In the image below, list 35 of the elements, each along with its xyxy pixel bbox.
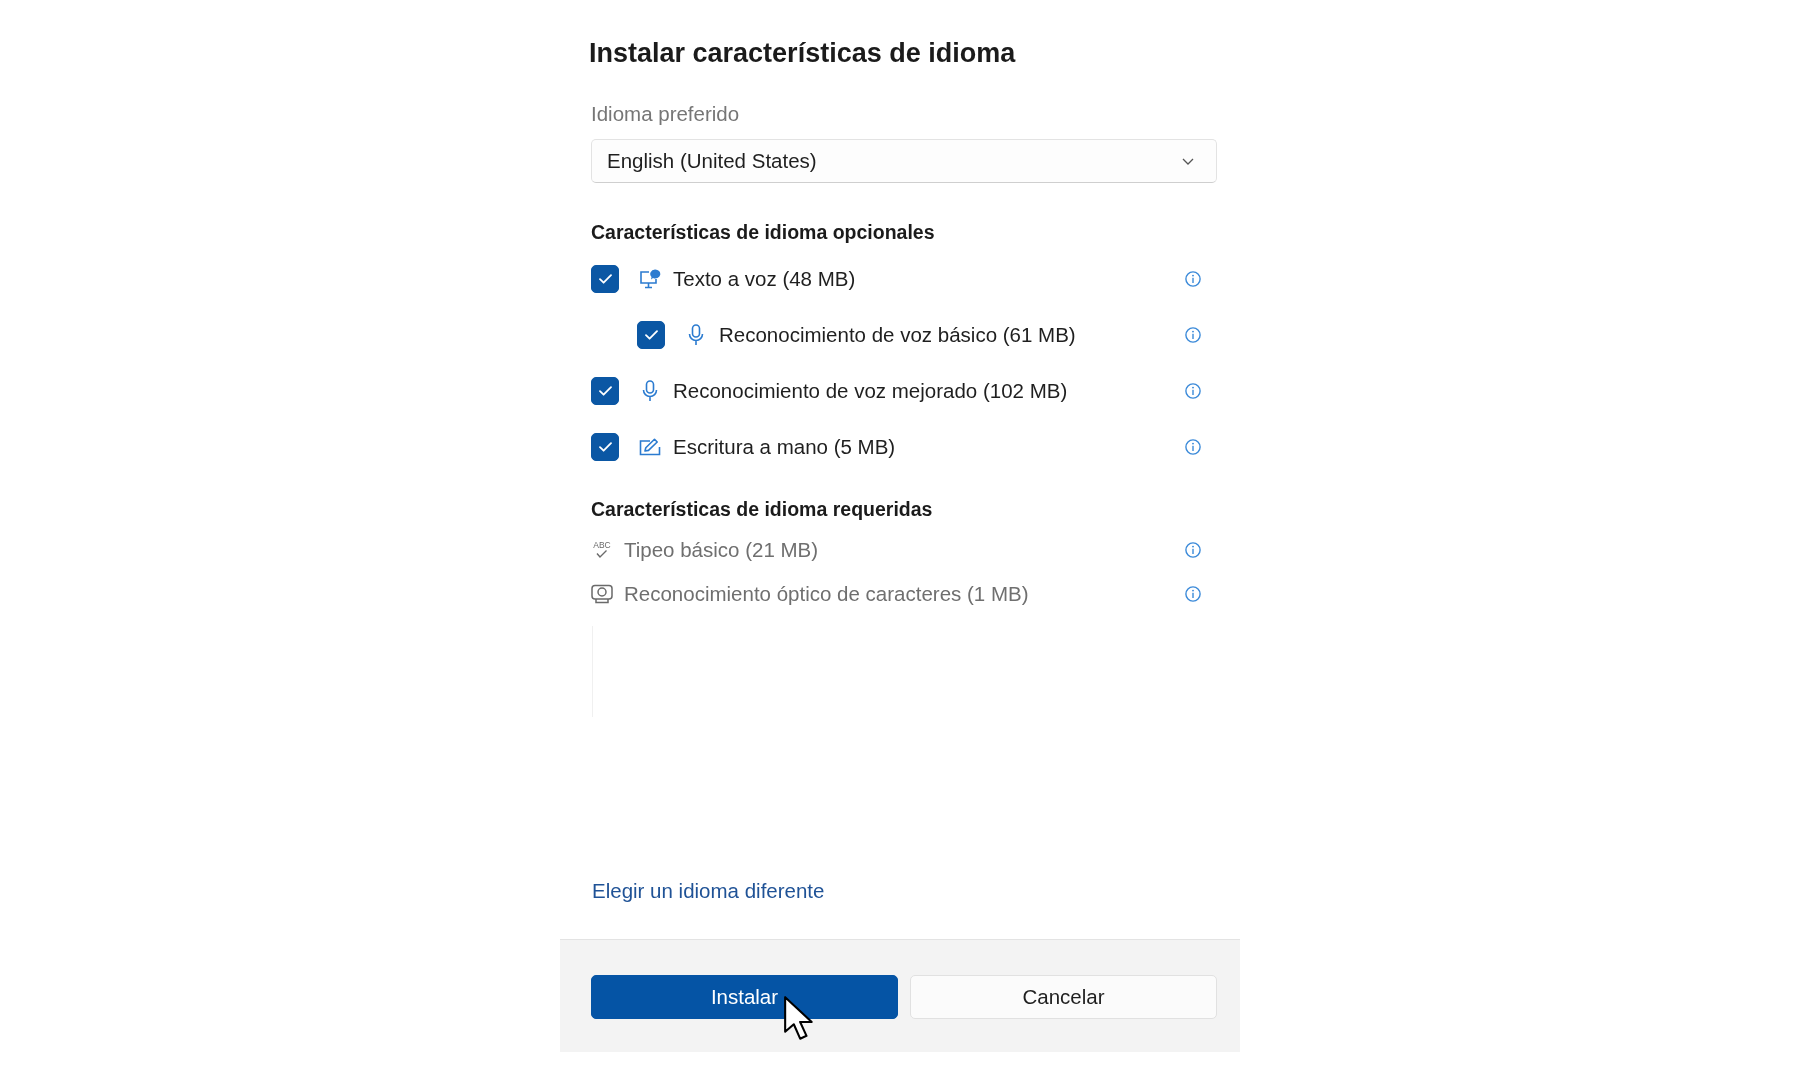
info-icon[interactable] bbox=[1185, 542, 1201, 558]
checkmark-icon bbox=[598, 274, 612, 284]
checkmark-icon bbox=[598, 386, 612, 396]
language-dropdown[interactable]: English (United States) bbox=[591, 139, 1217, 183]
camera-scan-icon bbox=[591, 584, 613, 604]
info-icon[interactable] bbox=[1185, 439, 1201, 455]
info-icon[interactable] bbox=[1185, 383, 1201, 399]
feature-label: Reconocimiento de voz mejorado (102 MB) bbox=[673, 378, 1069, 404]
field-label: Idioma preferido bbox=[591, 101, 741, 127]
checkbox[interactable] bbox=[591, 433, 619, 461]
checkmark-icon bbox=[598, 442, 612, 452]
checkbox[interactable] bbox=[591, 265, 619, 293]
chevron-down-icon bbox=[1182, 157, 1194, 165]
checkbox[interactable] bbox=[637, 321, 665, 349]
feature-label: Tipeo básico (21 MB) bbox=[624, 537, 820, 563]
feature-label: Reconocimiento de voz básico (61 MB) bbox=[719, 322, 1077, 348]
info-icon[interactable] bbox=[1185, 271, 1201, 287]
microphone-icon bbox=[642, 380, 658, 402]
section-heading: Características de idioma opcionales bbox=[591, 220, 936, 245]
info-icon[interactable] bbox=[1185, 586, 1201, 602]
feature-label: Reconocimiento óptico de caracteres (1 MB) bbox=[624, 581, 1030, 607]
cancel-button[interactable]: Cancelar bbox=[910, 975, 1217, 1019]
section-heading: Características de idioma requeridas bbox=[591, 497, 934, 522]
choose-language-link[interactable]: Elegir un idioma diferente bbox=[592, 878, 825, 904]
pen-box-icon bbox=[639, 438, 661, 456]
install-button[interactable]: Instalar bbox=[591, 975, 898, 1019]
monitor-speech-icon bbox=[639, 269, 661, 289]
info-icon[interactable] bbox=[1185, 327, 1201, 343]
mouse-pointer-icon bbox=[784, 996, 814, 1041]
feature-label: Texto a voz (48 MB) bbox=[673, 266, 857, 292]
checkbox[interactable] bbox=[591, 377, 619, 405]
dialog-title: Instalar características de idioma bbox=[589, 37, 1017, 70]
checkmark-icon bbox=[644, 330, 658, 340]
feature-label: Escritura a mano (5 MB) bbox=[673, 434, 897, 460]
microphone-icon bbox=[688, 324, 704, 346]
